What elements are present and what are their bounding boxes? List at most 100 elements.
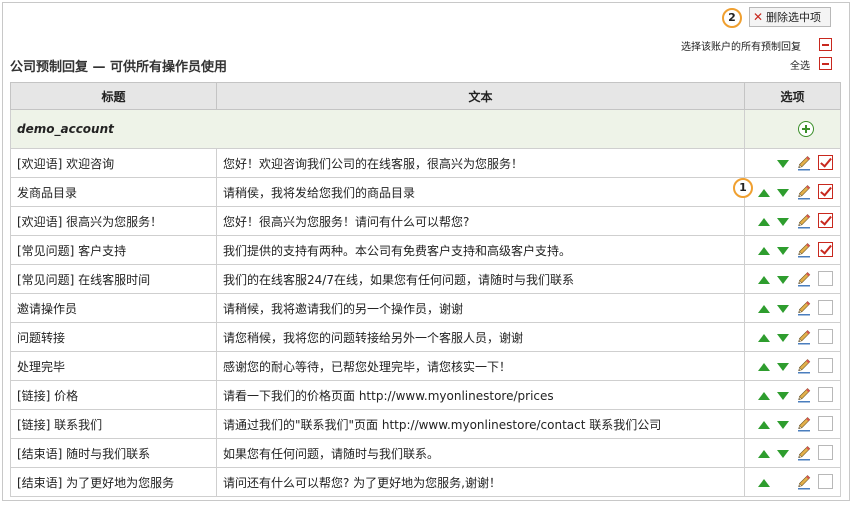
move-down-icon[interactable]: [777, 450, 789, 458]
table-row[interactable]: [常见问题] 客户支持 我们提供的支持有两种。本公司有免费客户支持和高级客户支持。: [10, 235, 841, 265]
move-up-icon[interactable]: [758, 334, 770, 342]
row-title: [链接] 联系我们: [10, 409, 217, 439]
move-down-icon[interactable]: [777, 363, 789, 371]
move-down-icon[interactable]: [777, 276, 789, 284]
row-title: [欢迎语] 很高兴为您服务！: [10, 206, 217, 236]
move-up-icon[interactable]: [758, 421, 770, 429]
select-all-label: 全选: [790, 61, 810, 72]
column-header-title: 标题: [10, 82, 217, 110]
move-up-icon[interactable]: [758, 479, 770, 487]
move-up-icon[interactable]: [758, 450, 770, 458]
row-title: 邀请操作员: [10, 293, 217, 323]
edit-pencil-icon[interactable]: [797, 387, 811, 403]
move-up-icon[interactable]: [758, 392, 770, 400]
row-select-checkbox[interactable]: [818, 329, 833, 344]
row-select-checkbox[interactable]: [818, 445, 833, 460]
move-up-icon[interactable]: [758, 189, 770, 197]
row-select-checkbox[interactable]: [818, 300, 833, 315]
row-text: 如果您有任何问题，请随时与我们联系。: [216, 438, 745, 468]
account-group-row: demo_account: [10, 109, 841, 149]
move-down-icon[interactable]: [777, 392, 789, 400]
edit-pencil-icon[interactable]: [797, 242, 811, 258]
row-title: [结束语] 随时与我们联系: [10, 438, 217, 468]
move-up-icon[interactable]: [758, 218, 770, 226]
row-select-checkbox[interactable]: [818, 387, 833, 402]
row-options-cell: [744, 206, 841, 236]
edit-pencil-icon[interactable]: [797, 155, 811, 171]
edit-pencil-icon[interactable]: [797, 184, 811, 200]
row-select-checkbox[interactable]: [818, 213, 833, 228]
row-options-cell: [744, 438, 841, 468]
row-select-checkbox[interactable]: [818, 358, 833, 373]
row-select-checkbox[interactable]: [818, 155, 833, 170]
row-options-cell: [744, 177, 841, 207]
account-options-cell: [744, 109, 841, 149]
row-select-checkbox[interactable]: [818, 184, 833, 199]
move-down-icon[interactable]: [777, 160, 789, 168]
row-select-checkbox[interactable]: [818, 271, 833, 286]
row-select-checkbox[interactable]: [818, 416, 833, 431]
table-row[interactable]: [结束语] 为了更好地为您服务 请问还有什么可以帮您? 为了更好地为您服务,谢谢！: [10, 467, 841, 497]
row-title: [链接] 价格: [10, 380, 217, 410]
x-icon: ✕: [753, 10, 764, 24]
annotation-badge-2: 2: [722, 8, 742, 28]
move-down-icon[interactable]: [777, 334, 789, 342]
table-row[interactable]: [欢迎语] 欢迎咨询 您好！欢迎咨询我们公司的在线客服，很高兴为您服务！: [10, 148, 841, 178]
row-options-cell: [744, 322, 841, 352]
row-options-cell: [744, 293, 841, 323]
row-title: [常见问题] 在线客服时间: [10, 264, 217, 294]
table-header-row: 标题 文本 选项: [10, 82, 841, 110]
move-up-icon[interactable]: [758, 247, 770, 255]
row-text: 您好！很高兴为您服务！请问有什么可以帮您?: [216, 206, 745, 236]
row-title: 发商品目录: [10, 177, 217, 207]
move-up-icon[interactable]: [758, 363, 770, 371]
row-select-checkbox[interactable]: [818, 242, 833, 257]
row-text: 请问还有什么可以帮您? 为了更好地为您服务,谢谢！: [216, 467, 745, 497]
row-select-checkbox[interactable]: [818, 474, 833, 489]
row-options-cell: [744, 409, 841, 439]
column-header-options: 选项: [744, 82, 841, 110]
table-row[interactable]: 邀请操作员 请稍候，我将邀请我们的另一个操作员，谢谢: [10, 293, 841, 323]
row-text: 请通过我们的"联系我们"页面 http://www.myonlinestore/…: [216, 409, 745, 439]
select-account-label: 选择该账户的所有预制回复: [681, 42, 801, 53]
table-row[interactable]: 处理完毕 感谢您的耐心等待，已帮您处理完毕，请您核实一下！: [10, 351, 841, 381]
table-row[interactable]: [链接] 价格 请看一下我们的价格页面 http://www.myonlinest…: [10, 380, 841, 410]
row-options-cell: [744, 380, 841, 410]
row-options-cell: [744, 264, 841, 294]
delete-selected-button[interactable]: ✕ 删除选中项: [749, 7, 831, 27]
row-text: 感谢您的耐心等待，已帮您处理完毕，请您核实一下！: [216, 351, 745, 381]
select-all-toggle-icon[interactable]: [819, 57, 832, 70]
row-options-cell: [744, 351, 841, 381]
delete-selected-label: 删除选中项: [766, 11, 822, 24]
section-title: 公司预制回复 — 可供所有操作员使用: [10, 60, 228, 75]
move-down-icon[interactable]: [777, 421, 789, 429]
move-down-icon[interactable]: [777, 305, 789, 313]
table-row[interactable]: 问题转接 请您稍候，我将您的问题转接给另外一个客服人员，谢谢: [10, 322, 841, 352]
column-header-text: 文本: [216, 82, 745, 110]
edit-pencil-icon[interactable]: [797, 474, 811, 490]
row-options-cell: [744, 148, 841, 178]
move-up-icon[interactable]: [758, 305, 770, 313]
move-down-icon[interactable]: [777, 247, 789, 255]
edit-pencil-icon[interactable]: [797, 329, 811, 345]
move-up-icon[interactable]: [758, 276, 770, 284]
table-row[interactable]: [链接] 联系我们 请通过我们的"联系我们"页面 http://www.myonl…: [10, 409, 841, 439]
table-row[interactable]: 发商品目录 请稍侯，我将发给您我们的商品目录: [10, 177, 841, 207]
edit-pencil-icon[interactable]: [797, 445, 811, 461]
add-reply-icon[interactable]: [798, 121, 814, 137]
edit-pencil-icon[interactable]: [797, 416, 811, 432]
row-options-cell: [744, 467, 841, 497]
edit-pencil-icon[interactable]: [797, 300, 811, 316]
account-name: demo_account: [10, 109, 745, 149]
edit-pencil-icon[interactable]: [797, 271, 811, 287]
edit-pencil-icon[interactable]: [797, 213, 811, 229]
row-text: 请稍侯，我将发给您我们的商品目录: [216, 177, 745, 207]
move-down-icon[interactable]: [777, 189, 789, 197]
table-row[interactable]: [欢迎语] 很高兴为您服务！ 您好！很高兴为您服务！请问有什么可以帮您?: [10, 206, 841, 236]
table-row[interactable]: [常见问题] 在线客服时间 我们的在线客服24/7在线，如果您有任何问题，请随时与…: [10, 264, 841, 294]
select-account-toggle-icon[interactable]: [819, 38, 832, 51]
move-down-icon[interactable]: [777, 218, 789, 226]
table-row[interactable]: [结束语] 随时与我们联系 如果您有任何问题，请随时与我们联系。: [10, 438, 841, 468]
edit-pencil-icon[interactable]: [797, 358, 811, 374]
row-text: 请稍候，我将邀请我们的另一个操作员，谢谢: [216, 293, 745, 323]
